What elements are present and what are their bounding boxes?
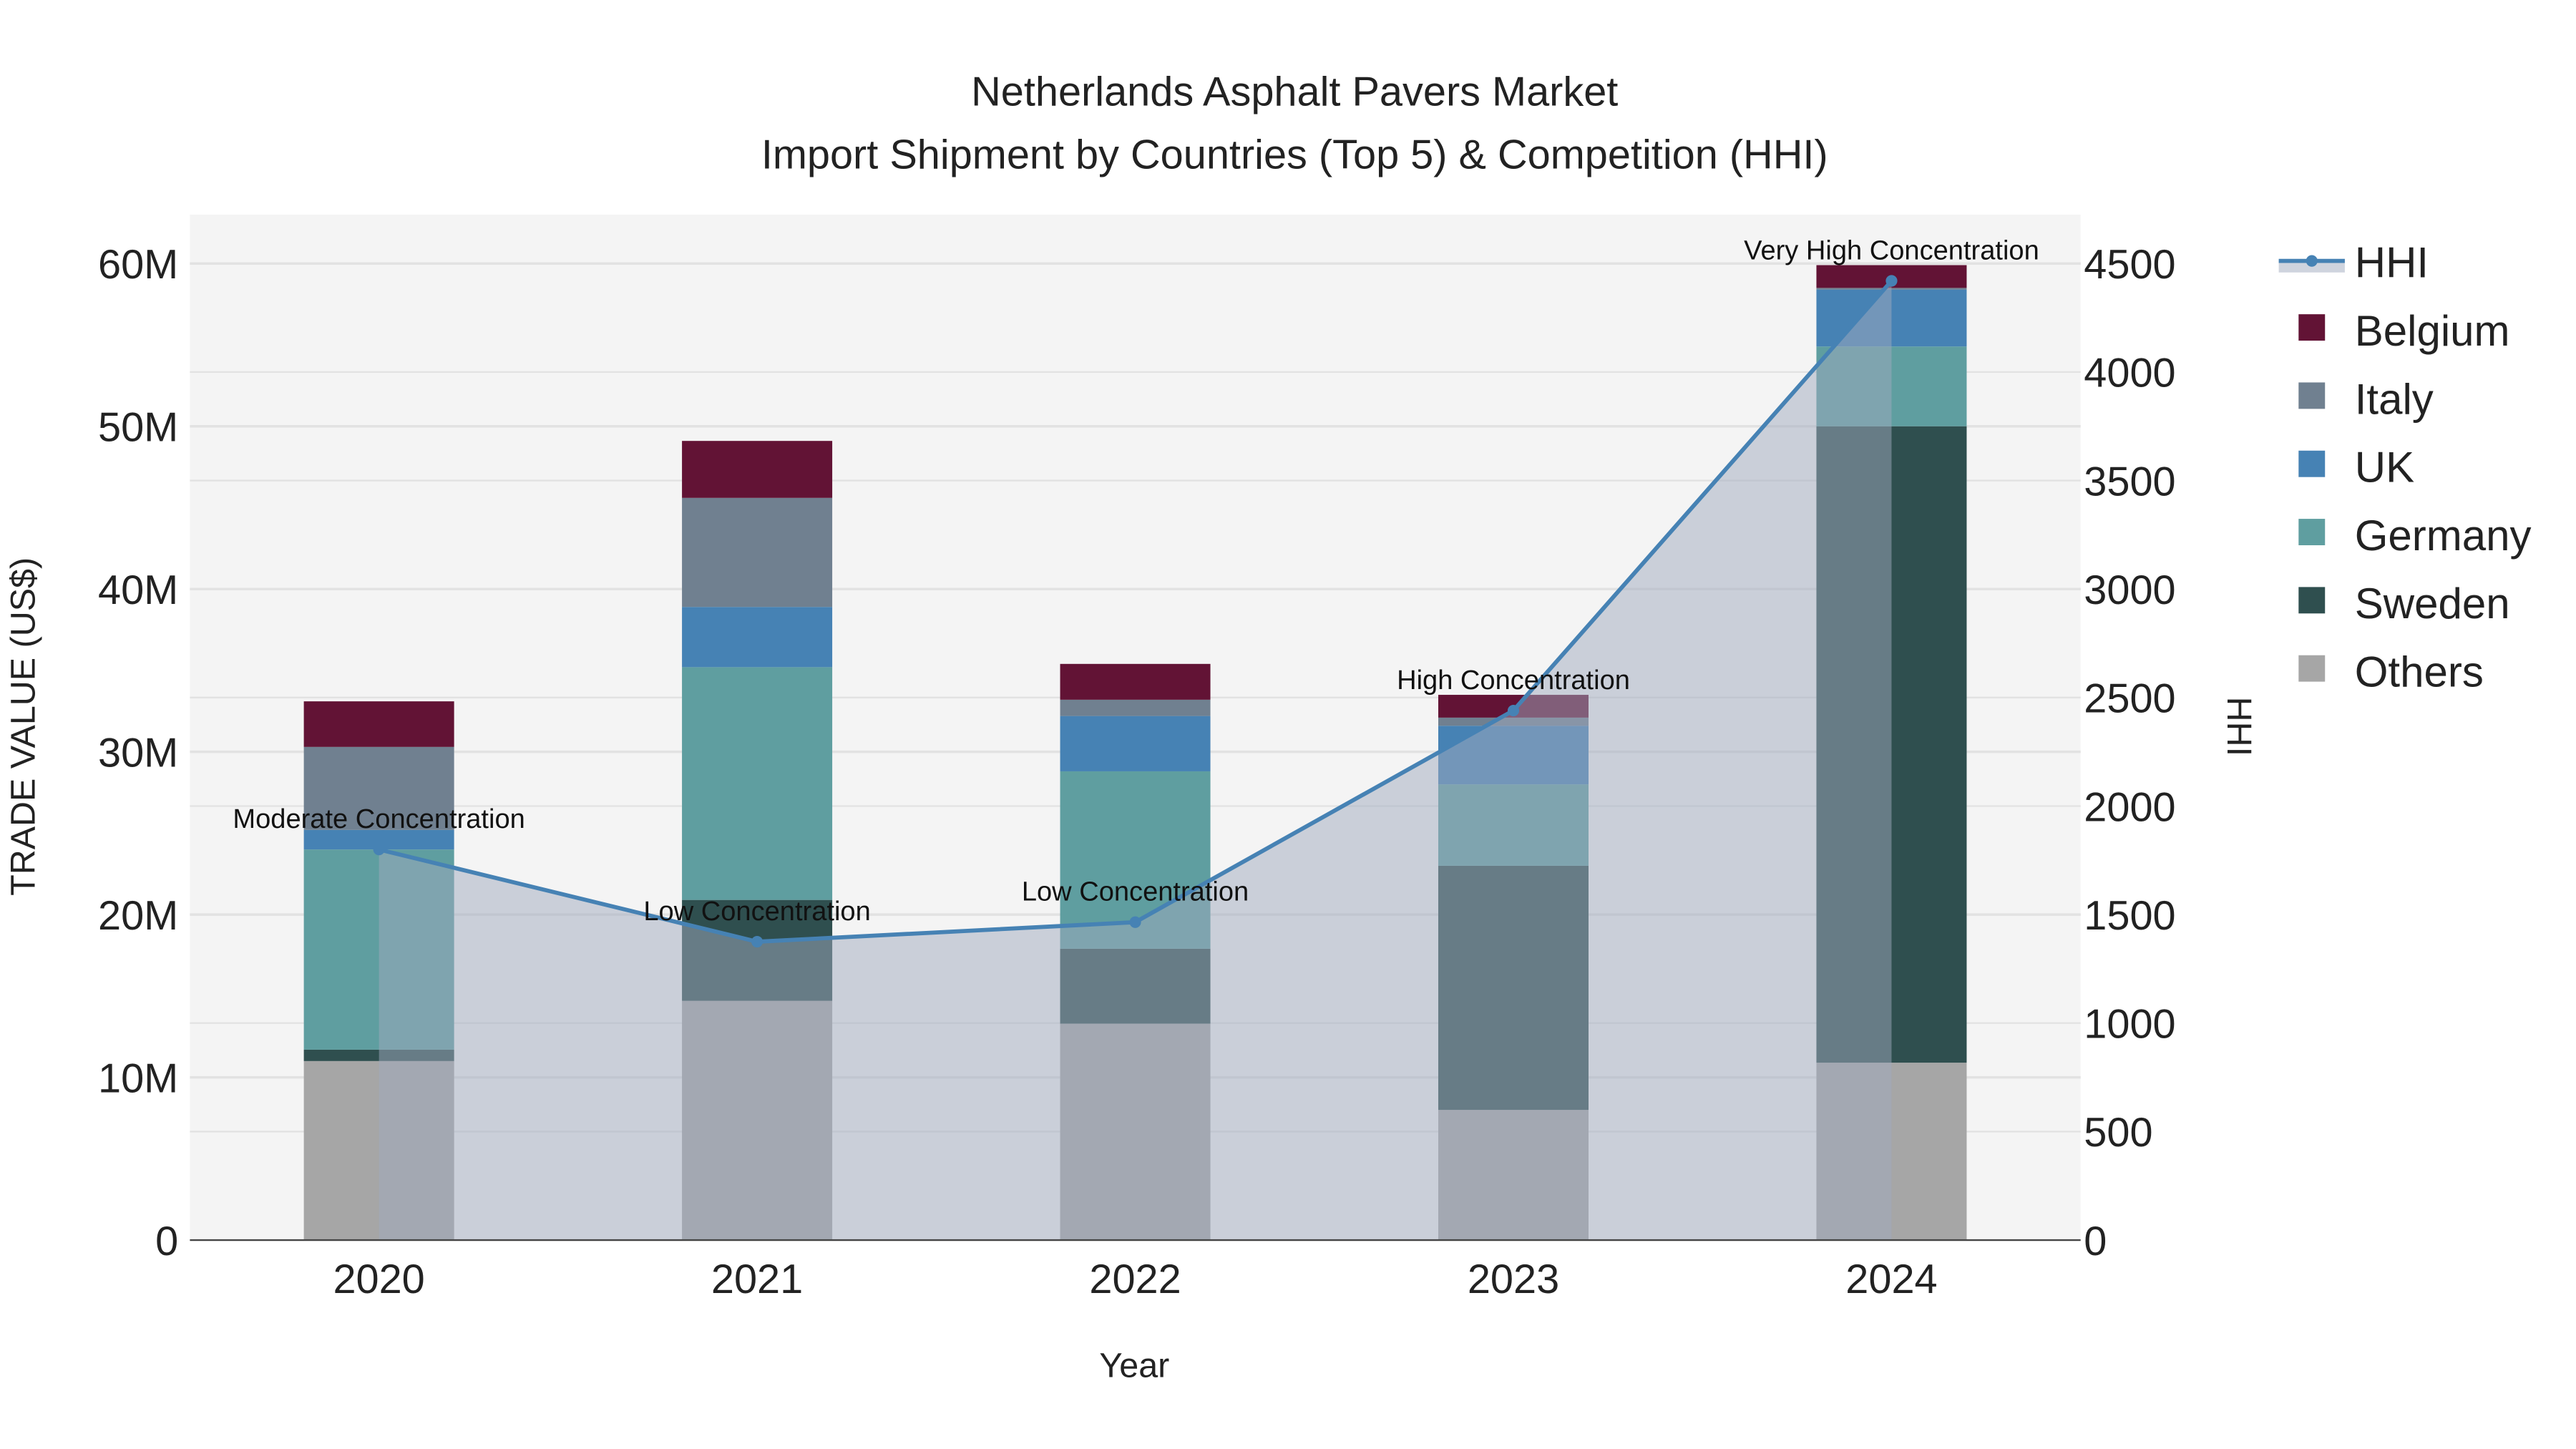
x-axis-label: Year bbox=[1099, 1347, 1169, 1385]
hhi-point bbox=[751, 935, 763, 948]
x-tick-label: 2024 bbox=[1845, 1257, 1937, 1302]
y2-tick-label: 1500 bbox=[2084, 893, 2175, 939]
bar-italy-2021 bbox=[682, 497, 833, 608]
hhi-annotation: Low Concentration bbox=[643, 897, 870, 927]
y2-tick-label: 4500 bbox=[2084, 242, 2175, 288]
hhi-annotation: High Concentration bbox=[1397, 665, 1630, 696]
hhi-point bbox=[1885, 275, 1898, 287]
chart-title: Netherlands Asphalt Pavers Market bbox=[971, 69, 1618, 115]
hhi-point bbox=[1129, 916, 1141, 928]
y2-tick-label: 3000 bbox=[2084, 567, 2175, 613]
legend-swatch-italy bbox=[2298, 382, 2326, 409]
bar-germany-2021 bbox=[682, 667, 833, 900]
legend-label: Italy bbox=[2355, 375, 2434, 423]
hhi-point bbox=[373, 844, 385, 856]
hhi-annotation: Very High Concentration bbox=[1744, 236, 2039, 266]
legend-label: Germany bbox=[2355, 512, 2532, 560]
y-axis: 0 10M 20M 30M 40M 50M 60M bbox=[98, 242, 178, 1264]
y-tick-label: 60M bbox=[98, 242, 178, 288]
legend-swatch-sweden bbox=[2298, 587, 2326, 614]
bar-uk-2021 bbox=[682, 607, 833, 668]
y-tick-label: 20M bbox=[98, 893, 178, 939]
bar-belgium-2021 bbox=[682, 441, 833, 498]
legend-label: Belgium bbox=[2355, 307, 2510, 355]
x-tick-label: 2023 bbox=[1468, 1257, 1559, 1302]
chart: Netherlands Asphalt Pavers Market Import… bbox=[4, 69, 2532, 1385]
hhi-annotation: Low Concentration bbox=[1022, 877, 1249, 907]
legend-label: Sweden bbox=[2355, 580, 2510, 628]
x-tick-label: 2021 bbox=[711, 1257, 803, 1302]
legend-swatch-belgium bbox=[2298, 314, 2326, 341]
y2-tick-label: 4000 bbox=[2084, 351, 2175, 396]
legend-swatch-uk bbox=[2298, 450, 2326, 477]
legend-swatch-others bbox=[2298, 655, 2326, 682]
y-tick-label: 40M bbox=[98, 567, 178, 613]
y2-tick-label: 3500 bbox=[2084, 459, 2175, 504]
x-axis: 2020 2021 2022 2023 2024 bbox=[333, 1257, 1937, 1302]
y-axis-label: TRADE VALUE (US$) bbox=[4, 557, 42, 896]
legend-swatch-germany bbox=[2298, 519, 2326, 545]
chart-subtitle: Import Shipment by Countries (Top 5) & C… bbox=[761, 132, 1828, 177]
legend: HHI Belgium Italy UK Germany Sweden Others bbox=[2278, 239, 2532, 696]
legend-label: HHI bbox=[2355, 239, 2429, 287]
y2-tick-label: 2500 bbox=[2084, 676, 2175, 722]
y2-axis: 0 500 1000 1500 2000 2500 3000 3500 4000 4500 bbox=[2084, 242, 2175, 1264]
legend-label: UK bbox=[2355, 444, 2414, 492]
y-tick-label: 30M bbox=[98, 730, 178, 776]
x-tick-label: 2020 bbox=[333, 1257, 424, 1302]
x-tick-label: 2022 bbox=[1089, 1257, 1181, 1302]
bar-belgium-2020 bbox=[303, 701, 454, 747]
bar-italy-2022 bbox=[1060, 699, 1211, 716]
y2-axis-label: HHI bbox=[2220, 697, 2258, 756]
y2-tick-label: 2000 bbox=[2084, 784, 2175, 830]
y2-tick-label: 0 bbox=[2084, 1219, 2107, 1264]
hhi-point bbox=[1507, 704, 1520, 717]
y2-tick-label: 500 bbox=[2084, 1110, 2152, 1156]
bar-belgium-2022 bbox=[1060, 663, 1211, 700]
y-tick-label: 10M bbox=[98, 1055, 178, 1101]
bar-uk-2022 bbox=[1060, 716, 1211, 771]
hhi-annotation: Moderate Concentration bbox=[233, 804, 525, 834]
y2-tick-label: 1000 bbox=[2084, 1002, 2175, 1048]
y-tick-label: 0 bbox=[155, 1219, 178, 1264]
legend-label: Others bbox=[2355, 648, 2484, 696]
legend-hhi-marker bbox=[2306, 255, 2318, 267]
y-tick-label: 50M bbox=[98, 404, 178, 450]
